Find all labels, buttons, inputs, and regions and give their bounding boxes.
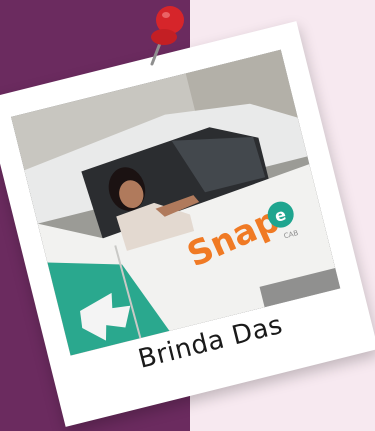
photo-card-stage: Snap e CAB Brinda Das — [0, 0, 375, 431]
push-pin-icon — [140, 0, 200, 70]
